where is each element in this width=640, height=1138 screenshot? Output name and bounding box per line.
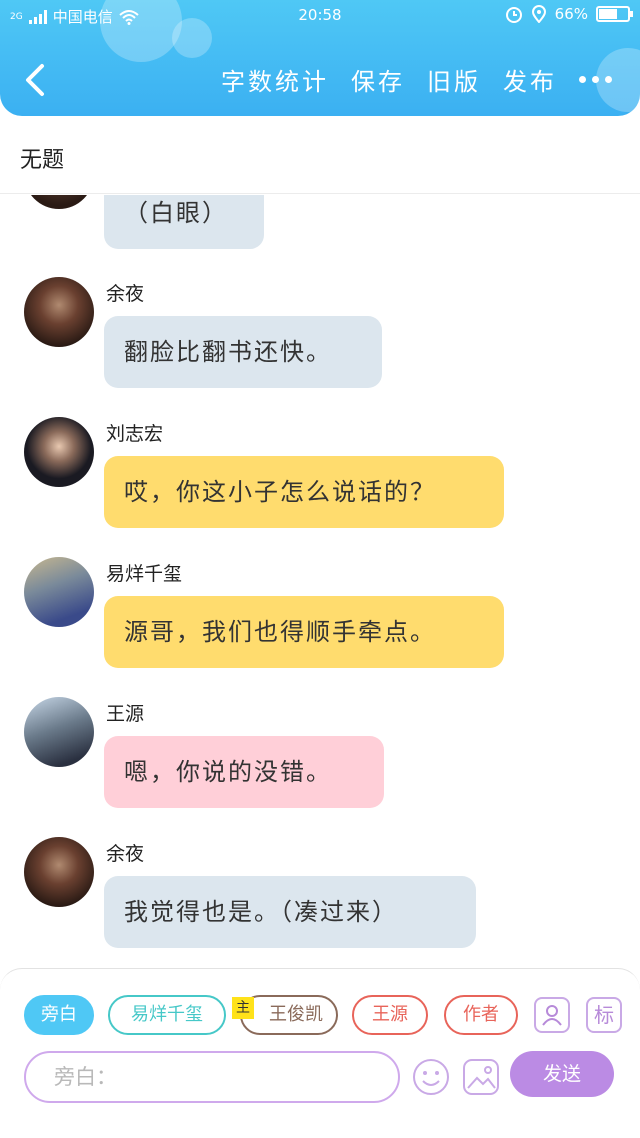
role-chip-author[interactable]: 作者 (444, 995, 518, 1035)
avatar[interactable] (24, 277, 94, 347)
role-chip-narrator[interactable]: 旁白 (24, 995, 94, 1035)
role-chip-wangjunkai[interactable]: 王俊凯 (240, 995, 338, 1035)
more-dots-icon[interactable] (579, 76, 612, 83)
avatar[interactable] (24, 417, 94, 487)
role-chip-wangyuan[interactable]: 王源 (352, 995, 428, 1035)
story-title[interactable]: 无题 (20, 142, 64, 174)
sender-name: 余夜 (106, 283, 145, 305)
location-icon (531, 5, 546, 23)
chevron-left-icon[interactable] (20, 60, 50, 100)
sender-name: 刘志宏 (106, 423, 164, 445)
message-bubble[interactable]: 源哥，我们也得顺手牵点。 (104, 596, 504, 668)
role-chip-yiyangqianxi[interactable]: 易烊千玺 (108, 995, 226, 1035)
sender-name: 易烊千玺 (106, 563, 183, 585)
bottom-strip (0, 1104, 640, 1138)
avatar[interactable] (24, 557, 94, 627)
avatar[interactable] (24, 697, 94, 767)
header-actions: 字数统计 保存 旧版 发布 (221, 62, 612, 97)
battery-icon (596, 6, 633, 22)
message-bubble[interactable]: 哎，你这小子怎么说话的？ (104, 456, 504, 528)
message-bubble[interactable]: 我觉得也是。（凑过来） (104, 876, 476, 948)
message-bubble[interactable]: 嗯，你说的没错。 (104, 736, 384, 808)
avatar[interactable] (24, 837, 94, 907)
main-role-badge: 主 (232, 997, 254, 1019)
battery-level (599, 9, 618, 19)
word-count-button[interactable]: 字数统计 (221, 62, 329, 97)
send-button[interactable]: 发送 (510, 1051, 614, 1097)
user-card-icon[interactable] (534, 997, 570, 1033)
save-button[interactable]: 保存 (351, 62, 405, 97)
sender-name: 王源 (106, 703, 145, 725)
old-version-button[interactable]: 旧版 (427, 62, 481, 97)
status-bar: 2G 中国电信 20:58 66% (0, 0, 640, 32)
image-icon[interactable] (462, 1058, 500, 1096)
publish-button[interactable]: 发布 (503, 62, 557, 97)
smiley-icon[interactable] (412, 1058, 450, 1096)
title-bar: 无题 (0, 116, 640, 194)
message-bubble[interactable]: （白眼） (104, 195, 264, 249)
top-header: 2G 中国电信 20:58 66% 字数统计 保存 旧版 发布 (0, 0, 640, 116)
chat-list[interactable]: （白眼） 余夜 翻脸比翻书还快。 刘志宏 哎，你这小子怎么说话的？ 易烊千玺 源… (0, 195, 640, 968)
avatar[interactable] (24, 195, 94, 209)
battery-percent: 66% (554, 5, 588, 23)
message-bubble[interactable]: 翻脸比翻书还快。 (104, 316, 382, 388)
message-input[interactable]: 旁白： (24, 1051, 400, 1103)
alarm-icon (505, 7, 522, 23)
tag-button[interactable]: 标 (586, 997, 622, 1033)
sender-name: 余夜 (106, 843, 145, 865)
